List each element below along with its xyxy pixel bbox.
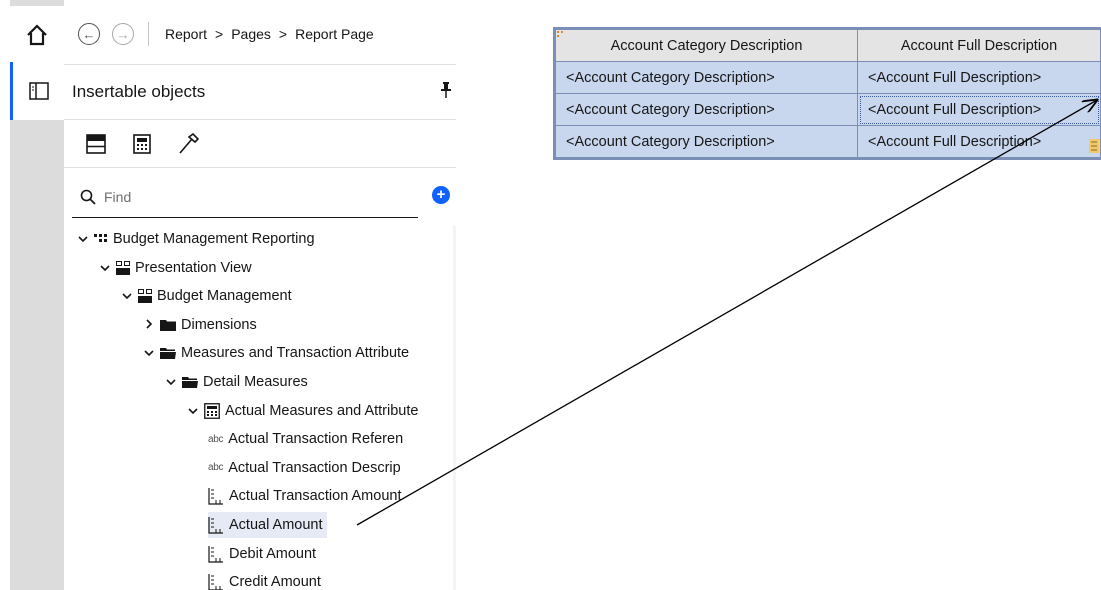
chevron-down-icon[interactable] xyxy=(142,346,156,360)
pin-button[interactable] xyxy=(440,81,452,104)
search-field[interactable]: Find xyxy=(72,176,418,218)
table-cell[interactable]: <Account Full Description> xyxy=(857,61,1101,94)
column-header[interactable]: Account Full Description xyxy=(857,29,1101,62)
tree-item[interactable]: Dimensions xyxy=(142,312,257,338)
table-cell[interactable]: <Account Full Description> xyxy=(857,125,1101,158)
measure-icon xyxy=(208,573,224,590)
add-circle-icon[interactable]: + xyxy=(432,186,450,204)
table-cell[interactable]: <Account Category Description> xyxy=(555,125,858,158)
toolbox-hammer-icon xyxy=(179,132,199,154)
table-row: <Account Category Description> <Account … xyxy=(555,61,1101,94)
tree-item-label: Actual Measures and Attribute xyxy=(225,402,419,419)
folder-open-icon xyxy=(182,376,198,388)
tree-item[interactable]: Budget Management Reporting xyxy=(76,226,315,252)
breadcrumb-item[interactable]: Pages xyxy=(231,26,271,42)
tree-item-label: Dimensions xyxy=(181,316,257,333)
measure-icon xyxy=(208,487,224,505)
table-row: <Account Category Description> <Account … xyxy=(555,93,1101,126)
tree-item[interactable]: Actual Transaction Amount xyxy=(208,483,402,509)
tree-item-label: Budget Management Reporting xyxy=(113,231,315,247)
panel-title: Insertable objects xyxy=(72,82,206,101)
measure-icon xyxy=(208,516,224,534)
home-icon xyxy=(27,24,47,46)
column-header[interactable]: Account Category Description xyxy=(555,29,858,62)
tree-item[interactable]: abc Actual Transaction Descrip xyxy=(208,455,401,481)
chevron-down-icon[interactable] xyxy=(76,232,90,246)
tab-toolbox[interactable] xyxy=(168,124,208,164)
table-row: <Account Category Description> <Account … xyxy=(555,125,1101,158)
left-rail xyxy=(0,0,64,590)
panel-header: Insertable objects xyxy=(64,64,456,120)
chevron-right-icon: > xyxy=(278,26,288,42)
text-item-icon: abc xyxy=(208,462,224,474)
folder-icon xyxy=(160,319,176,331)
breadcrumb-divider xyxy=(148,22,149,46)
folder-open-icon xyxy=(160,347,176,360)
home-button[interactable] xyxy=(10,6,64,64)
back-arrow-icon: ← xyxy=(82,26,96,42)
tree-item[interactable]: Debit Amount xyxy=(208,541,316,567)
chevron-right-icon[interactable] xyxy=(142,318,156,332)
insertable-objects-icon xyxy=(28,82,49,100)
table-cell[interactable]: <Account Category Description> xyxy=(555,61,858,94)
query-subject-icon xyxy=(204,402,220,419)
search-icon xyxy=(80,189,96,205)
source-icon xyxy=(86,133,106,154)
tree-item-label: Budget Management xyxy=(157,288,292,305)
tree-item-label: Actual Amount xyxy=(229,517,323,533)
tree-item-label: Actual Transaction Referen xyxy=(228,431,404,448)
tab-source[interactable] xyxy=(76,124,116,164)
tree-item[interactable]: Presentation View xyxy=(98,255,252,281)
chevron-down-icon[interactable] xyxy=(164,375,178,389)
package-icon xyxy=(94,233,108,245)
forward-button[interactable]: → xyxy=(112,23,134,45)
list-table: Account Category Description Account Ful… xyxy=(555,29,1101,158)
tree-scrollbar[interactable] xyxy=(453,226,456,590)
tree-item-label: Credit Amount xyxy=(229,574,321,590)
measure-icon xyxy=(208,545,224,563)
search-placeholder: Find xyxy=(104,188,132,205)
drop-cursor-icon xyxy=(1089,139,1099,153)
panel-tabs xyxy=(64,120,456,168)
data-items-icon xyxy=(133,133,151,154)
namespace-icon xyxy=(116,260,130,275)
breadcrumb-bar: ← → Report > Pages > Report Page xyxy=(64,6,456,62)
table-cell[interactable]: <Account Category Description> xyxy=(555,93,858,126)
chevron-down-icon[interactable] xyxy=(98,261,112,275)
chevron-right-icon: > xyxy=(215,26,224,42)
drag-arrow-line xyxy=(356,100,1097,526)
chevron-down-icon[interactable] xyxy=(120,289,134,303)
tree-item[interactable]: Measures and Transaction Attribute xyxy=(142,340,409,366)
tree-item[interactable]: Detail Measures xyxy=(164,369,308,395)
tree-item-label: Debit Amount xyxy=(229,545,317,562)
breadcrumb-item[interactable]: Report Page xyxy=(295,26,374,42)
tree-item[interactable]: Budget Management xyxy=(120,283,292,309)
tab-data-items[interactable] xyxy=(122,124,162,164)
tree-item-label: Presentation View xyxy=(135,259,252,276)
tree-item[interactable]: abc Actual Transaction Referen xyxy=(208,426,403,452)
insertable-objects-button[interactable] xyxy=(10,62,64,120)
breadcrumb-item[interactable]: Report xyxy=(165,26,207,42)
source-tree: Budget Management Reporting Presentation … xyxy=(64,226,456,590)
tree-item-label: Detail Measures xyxy=(203,374,308,390)
tree-item-label: Measures and Transaction Attribute xyxy=(181,345,410,362)
tree-item-label: Actual Transaction Descrip xyxy=(228,459,401,476)
back-button[interactable]: ← xyxy=(78,23,100,45)
text-item-icon: abc xyxy=(208,433,224,445)
tree-item-label: Actual Transaction Amount xyxy=(229,488,402,505)
namespace-icon xyxy=(138,289,152,304)
chevron-down-icon[interactable] xyxy=(186,404,200,418)
report-list-table[interactable]: Account Category Description Account Ful… xyxy=(553,27,1101,160)
container-select-handle[interactable] xyxy=(557,31,563,37)
tree-item[interactable]: Actual Measures and Attribute xyxy=(186,398,418,424)
insertable-objects-panel: ← → Report > Pages > Report Page Insertable … xyxy=(64,0,456,590)
tree-item[interactable]: Credit Amount xyxy=(208,569,321,590)
tree-item[interactable]: Actual Amount xyxy=(208,512,327,538)
breadcrumb: Report > Pages > Report Page xyxy=(165,26,374,42)
pin-icon xyxy=(441,82,451,98)
forward-arrow-icon: → xyxy=(116,26,130,42)
table-header-row: Account Category Description Account Ful… xyxy=(555,29,1101,62)
drop-target-cell[interactable]: <Account Full Description> xyxy=(857,93,1101,126)
